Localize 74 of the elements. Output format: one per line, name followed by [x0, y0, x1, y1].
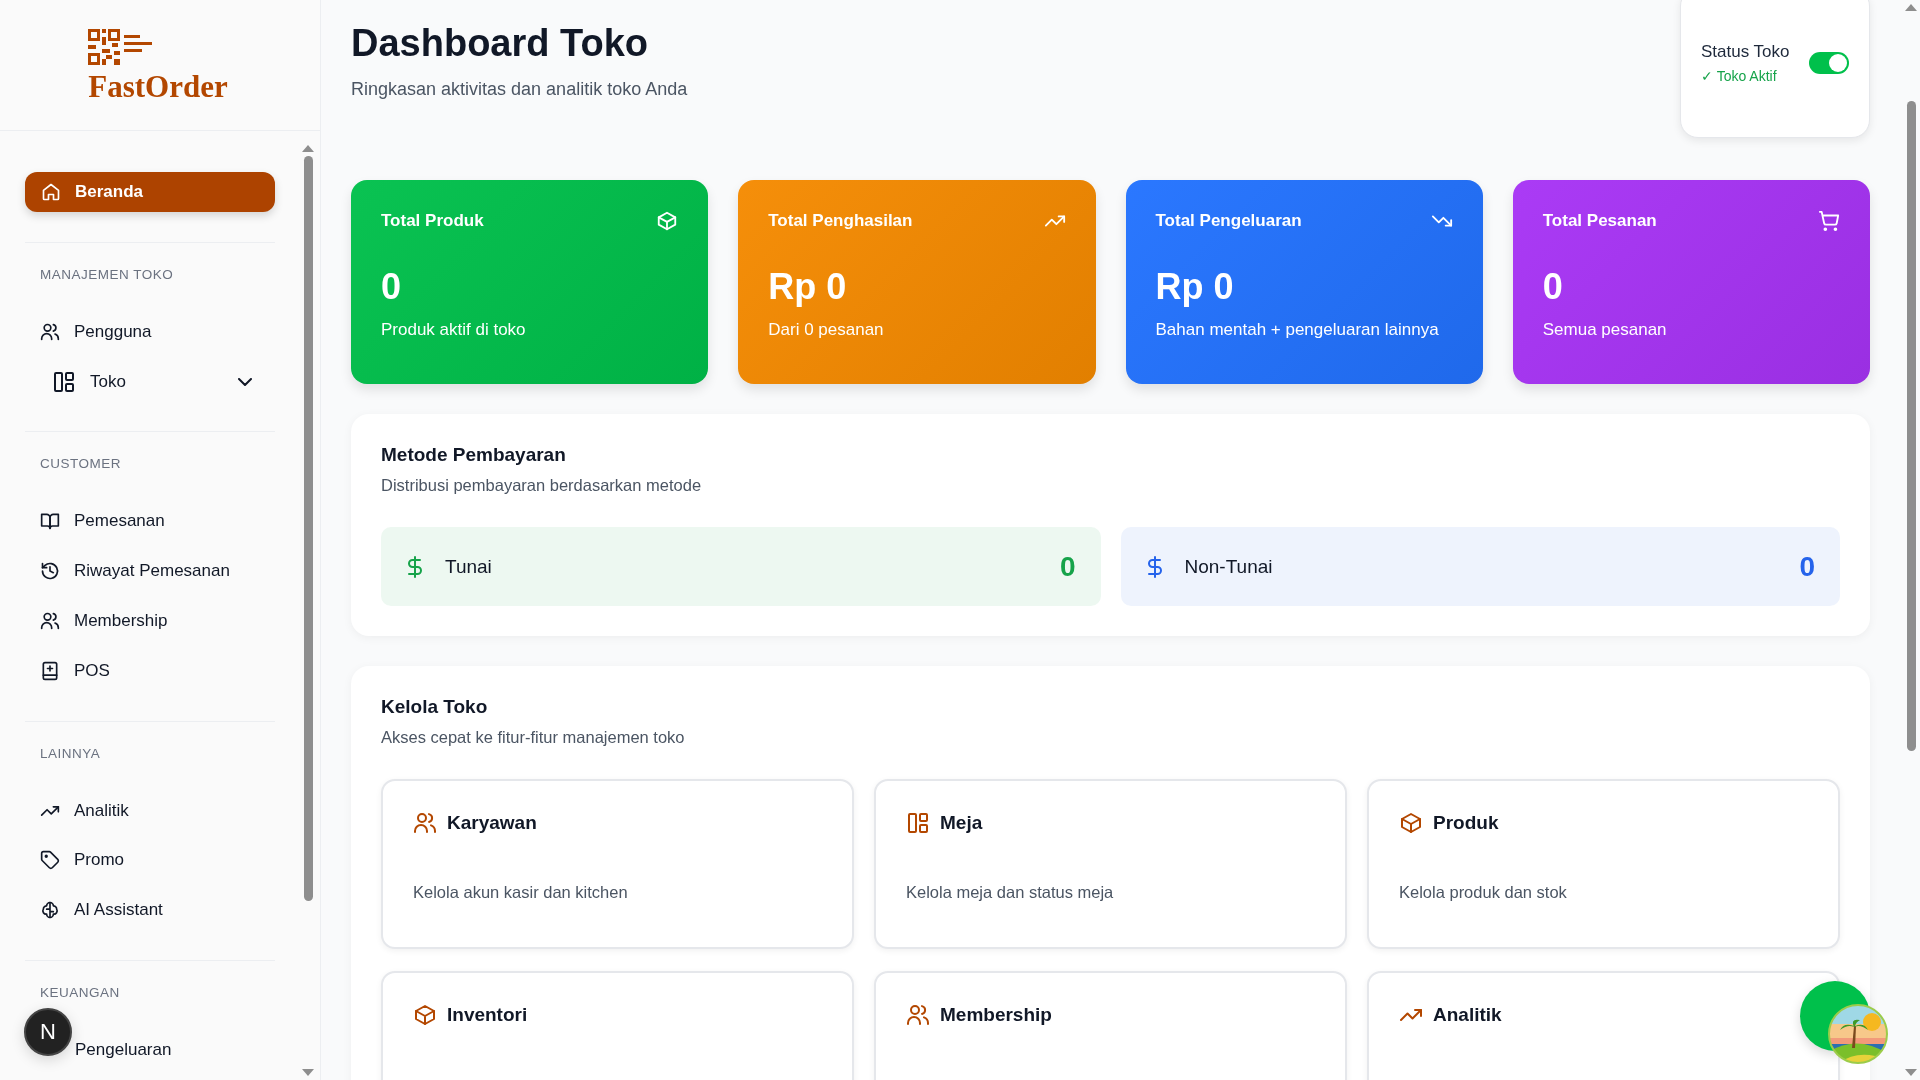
feature-card[interactable]: Inventori: [381, 971, 854, 1080]
feature-description: Kelola meja dan status meja: [906, 883, 1114, 902]
users-icon: [413, 811, 437, 835]
section-heading: KEUANGAN: [39, 985, 121, 1001]
nav-item[interactable]: AI Assistant: [25, 890, 275, 931]
feature-title: Karyawan: [447, 812, 537, 834]
feature-card[interactable]: Analitik: [1367, 971, 1840, 1080]
box-icon: [656, 210, 679, 232]
chevron-down-icon: [238, 377, 252, 386]
cart-icon: [1818, 210, 1840, 232]
nav-item[interactable]: POS: [25, 650, 275, 691]
book-plus-icon: [40, 660, 60, 681]
stat-value: Rp 0: [1155, 266, 1235, 308]
nav-item[interactable]: Pengeluaran: [75, 1030, 275, 1070]
dev-badge[interactable]: N: [24, 1008, 72, 1056]
status-label: Status Toko: [1701, 42, 1790, 62]
feature-card[interactable]: Meja Kelola meja dan status meja: [874, 779, 1347, 949]
feature-card[interactable]: Membership: [874, 971, 1347, 1080]
panel-title: Kelola Toko: [381, 696, 489, 718]
feature-title: Meja: [940, 812, 983, 834]
status-text: ✓ Toko Aktif: [1701, 68, 1778, 84]
feature-title: Membership: [940, 1004, 1052, 1026]
layout-icon: [906, 811, 930, 835]
users-icon: [40, 321, 60, 342]
stat-caption: Bahan mentah + pengeluaran lainnya: [1155, 320, 1440, 340]
stat-value: Rp 0: [768, 266, 848, 308]
box-icon: [1399, 811, 1423, 835]
panel-subtitle: Akses cepat ke fitur-fitur manajemen toko: [381, 728, 686, 747]
tag-icon: [40, 850, 60, 871]
home-icon: [41, 181, 61, 202]
status-toggle[interactable]: [1809, 52, 1849, 74]
users-icon: [906, 1003, 930, 1027]
page-subtitle: Ringkasan aktivitas dan analitik toko Anda: [351, 79, 688, 100]
feature-card[interactable]: Karyawan Kelola akun kasir dan kitchen: [381, 779, 854, 949]
method-label: Tunai: [445, 555, 493, 578]
feature-description: Kelola produk dan stok: [1399, 883, 1567, 902]
nav-item[interactable]: Beranda: [25, 172, 275, 212]
feature-title: Analitik: [1433, 1004, 1502, 1026]
section-heading: MANAJEMEN TOKO: [39, 266, 175, 282]
book-icon: [40, 511, 60, 532]
brain-icon: [40, 900, 60, 921]
nav-item[interactable]: Riwayat Pemesanan: [25, 551, 275, 592]
nav-item[interactable]: Pengguna: [25, 311, 275, 352]
feature-title: Inventori: [447, 1004, 528, 1026]
nav-item[interactable]: Toko: [25, 361, 275, 402]
nav-item[interactable]: Promo: [25, 840, 275, 881]
stat-caption: Dari 0 pesanan: [768, 320, 885, 340]
layout-icon: [52, 369, 76, 394]
stat-caption: Produk aktif di toko: [381, 320, 527, 340]
method-count: 0: [1059, 550, 1076, 583]
feature-title: Produk: [1433, 812, 1499, 834]
page-title: Dashboard Toko: [351, 22, 649, 65]
feature-card[interactable]: Produk Kelola produk dan stok: [1367, 779, 1840, 949]
nav-item[interactable]: Pemesanan: [25, 501, 275, 542]
box-icon: [413, 1003, 437, 1027]
stat-title: Total Penghasilan: [768, 211, 913, 231]
stat-title: Total Pengeluaran: [1155, 211, 1302, 231]
stat-value: 0: [381, 266, 403, 308]
history-icon: [40, 561, 60, 582]
brand-name: FastOrder: [88, 70, 228, 102]
users-icon: [40, 610, 60, 631]
nav-item[interactable]: Analitik: [25, 790, 275, 831]
stat-value: 0: [1542, 266, 1564, 308]
section-heading: LAINNYA: [39, 745, 102, 761]
stat-caption: Semua pesanan: [1542, 320, 1668, 340]
feature-description: Kelola akun kasir dan kitchen: [413, 883, 628, 902]
section-heading: CUSTOMER: [39, 456, 122, 472]
method-count: 0: [1799, 550, 1815, 583]
method-label: Non-Tunai: [1184, 555, 1274, 578]
stat-title: Total Produk: [381, 211, 484, 231]
nav-item[interactable]: Membership: [25, 601, 275, 641]
stat-title: Total Pesanan: [1542, 211, 1657, 231]
panel-title: Metode Pembayaran: [381, 444, 567, 466]
panel-subtitle: Distribusi pembayaran berdasarkan metode: [381, 476, 703, 495]
